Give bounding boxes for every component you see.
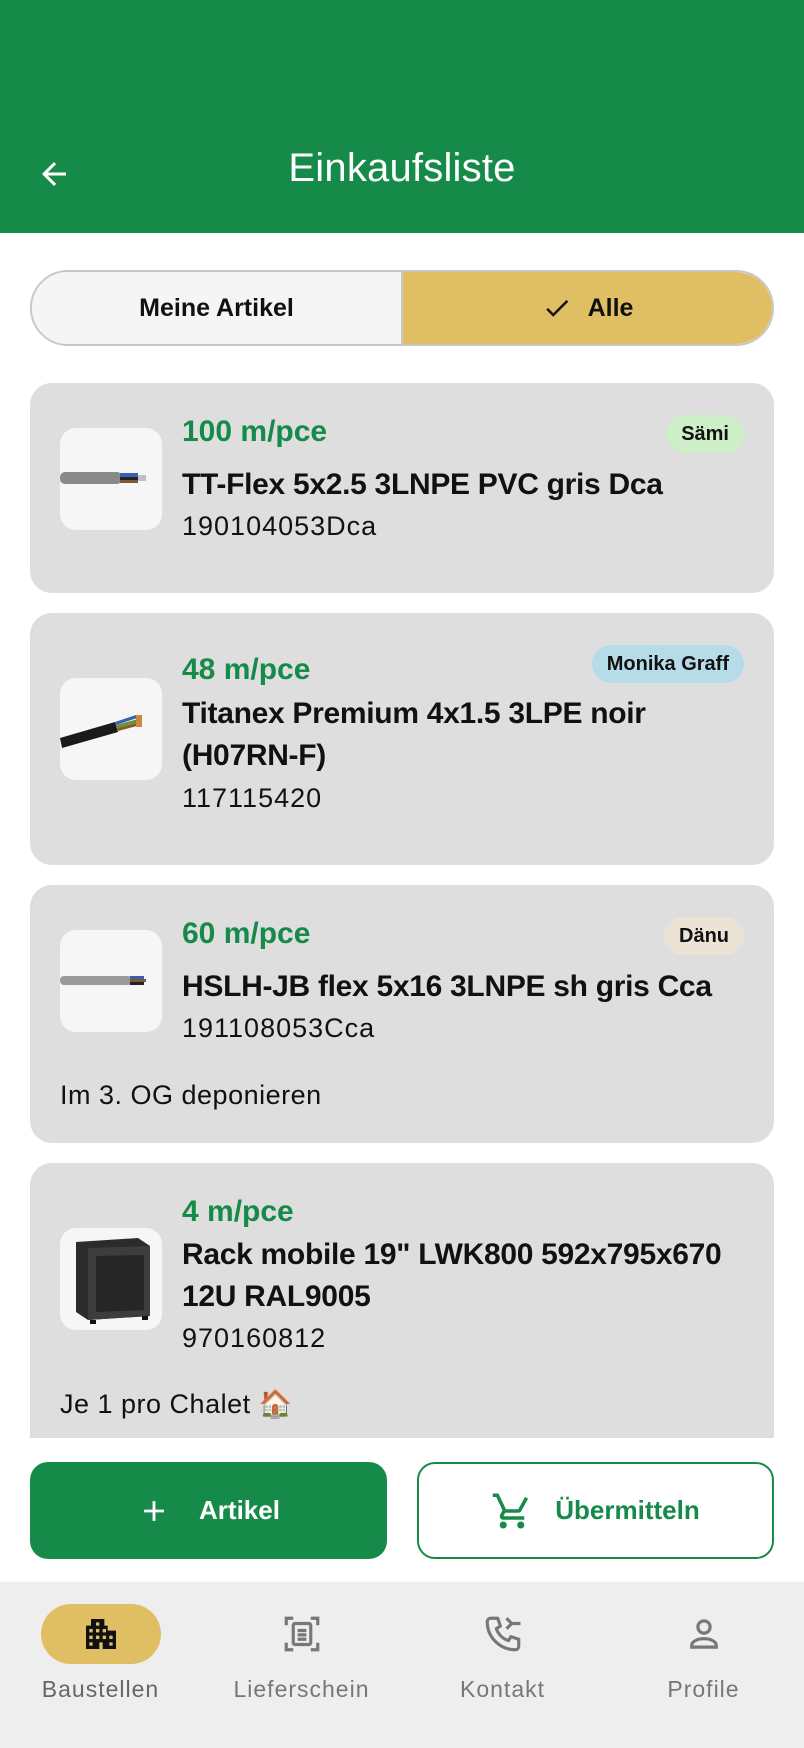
article-code: 117115420: [182, 783, 323, 813]
nav-item-kontakt[interactable]: Kontakt: [402, 1582, 603, 1748]
filter-all-button[interactable]: Alle: [403, 272, 772, 344]
nav-item-lieferschein[interactable]: Lieferschein: [201, 1582, 402, 1748]
filter-mine-button[interactable]: Meine Artikel: [32, 272, 403, 344]
article-note: Je 1 pro Chalet 🏠: [60, 1389, 293, 1419]
nav-icon-wrap: [443, 1604, 563, 1664]
article-name: Titanex Premium 4x1.5 3LPE noir (H07RN-F…: [182, 697, 646, 772]
filter-mine-label: Meine Artikel: [139, 293, 294, 322]
article-card[interactable]: 48 m/pce Monika Graff Titanex Premium 4x…: [30, 613, 774, 865]
submit-label: Übermitteln: [555, 1495, 700, 1525]
article-name: HSLH-JB flex 5x16 3LNPE sh gris Cca: [182, 970, 712, 1003]
app-bar: Einkaufsliste: [0, 0, 804, 233]
nav-label: Baustellen: [41, 1676, 160, 1702]
filter-toggle: Meine Artikel Alle: [30, 270, 774, 346]
article-thumbnail: [60, 930, 162, 1032]
assignee-badge: Sämi: [666, 415, 744, 453]
article-quantity: 48 m/pce: [182, 653, 311, 686]
add-article-label: Artikel: [199, 1495, 280, 1525]
bottom-navigation: Baustellen Lieferschein Kontakt Profile: [0, 1582, 804, 1748]
plus-icon: [144, 1500, 164, 1521]
article-name: Rack mobile 19" LWK800 592x795x670 12U R…: [182, 1238, 722, 1313]
article-code: 191108053Cca: [182, 1013, 376, 1043]
assignee-badge: Dänu: [664, 917, 744, 955]
article-quantity: 4 m/pce: [182, 1195, 294, 1228]
article-card[interactable]: 60 m/pce Dänu HSLH-JB flex 5x16 3LNPE sh…: [30, 885, 774, 1143]
nav-label: Profile: [667, 1676, 740, 1702]
article-code: 970160812: [182, 1323, 327, 1353]
article-card[interactable]: 4 m/pce Rack mobile 19" LWK800 592x795x6…: [30, 1163, 774, 1438]
phone-forward-icon: [485, 1616, 520, 1652]
article-thumbnail: [60, 428, 162, 530]
nav-item-baustellen[interactable]: Baustellen: [0, 1582, 201, 1748]
person-icon: [689, 1619, 718, 1649]
page-title: Einkaufsliste: [288, 146, 516, 190]
nav-item-profile[interactable]: Profile: [603, 1582, 804, 1748]
cable-image: [60, 472, 146, 484]
cable-image: [60, 715, 142, 748]
add-article-button[interactable]: Artikel: [30, 1462, 387, 1559]
article-name: TT-Flex 5x2.5 3LNPE PVC gris Dca: [182, 468, 663, 501]
article-note: Im 3. OG deponieren: [60, 1080, 322, 1110]
shopping-cart-icon: [493, 1493, 529, 1528]
nav-label: Lieferschein: [233, 1676, 370, 1702]
nav-icon-wrap: [644, 1604, 764, 1664]
article-thumbnail: [60, 678, 162, 780]
article-card[interactable]: 100 m/pce Sämi TT-Flex 5x2.5 3LNPE PVC g…: [30, 383, 774, 593]
article-thumbnail: [60, 1228, 162, 1330]
filter-all-label: Alle: [587, 293, 634, 322]
article-quantity: 100 m/pce: [182, 415, 328, 448]
article-quantity: 60 m/pce: [182, 917, 311, 950]
nav-active-indicator: [40, 1604, 161, 1664]
nav-label: Kontakt: [460, 1676, 545, 1702]
cable-image: [60, 976, 146, 985]
nav-icon-wrap: [242, 1604, 362, 1664]
article-code: 190104053Dca: [182, 511, 378, 541]
submit-button[interactable]: Übermitteln: [417, 1462, 774, 1559]
assignee-badge: Monika Graff: [591, 645, 744, 683]
document-scan-icon: [284, 1616, 319, 1652]
article-list: 100 m/pce Sämi TT-Flex 5x2.5 3LNPE PVC g…: [30, 383, 774, 1438]
buildings-icon: [85, 1619, 116, 1649]
check-icon: [545, 299, 568, 317]
server-rack-image: [76, 1238, 150, 1324]
